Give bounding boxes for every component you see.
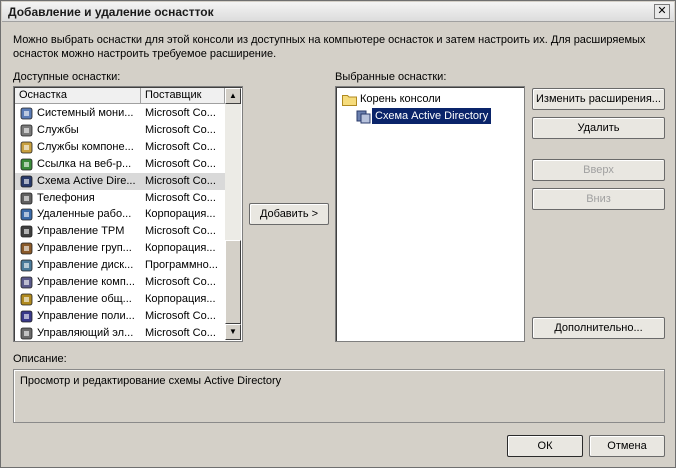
snapin-row[interactable]: Службы Microsoft Co...	[15, 122, 237, 139]
snapin-name: Удаленные рабо...	[37, 208, 132, 221]
tpm-icon	[20, 225, 33, 238]
available-snapins-list[interactable]: Оснастка Поставщик Системный мони... Micr…	[13, 86, 243, 342]
snapin-row[interactable]: Ссылка на веб-р... Microsoft Co...	[15, 156, 237, 173]
snapin-name: Системный мони...	[37, 107, 134, 119]
snapin-name: Телефония	[37, 191, 95, 204]
monitor-gauge-icon	[20, 107, 33, 120]
snapin-name: Управление комп...	[37, 276, 135, 288]
selected-snapins-label: Выбранные оснастки:	[335, 71, 447, 83]
title-bar[interactable]: Добавление и удаление оснастток ✕	[2, 2, 674, 22]
snapin-vendor: Microsoft Co...	[145, 225, 216, 238]
description-box: Просмотр и редактирование схемы Active D…	[13, 369, 665, 423]
intro-text: Можно выбрать оснастки для этой консоли …	[13, 34, 646, 60]
snapin-row[interactable]: Управление поли... Microsoft Co...	[15, 308, 237, 325]
snapin-row[interactable]: Управление комп... Microsoft Co...	[15, 274, 237, 291]
tree-item-label: Корень консоли	[360, 93, 441, 105]
window-title: Добавление и удаление оснастток	[8, 5, 214, 19]
snapin-name: Управление общ...	[37, 292, 132, 305]
cancel-button[interactable]: Отмена	[589, 435, 665, 457]
snapin-row[interactable]: Телефония Microsoft Co...	[15, 190, 237, 207]
snapin-vendor: Microsoft Co...	[145, 309, 216, 322]
edit-extensions-button[interactable]: Изменить расширения...	[532, 88, 665, 110]
snapin-name: Службы компоне...	[37, 140, 134, 153]
close-button[interactable]: ✕	[654, 4, 670, 19]
snapin-vendor: Microsoft Co...	[145, 276, 216, 288]
snapin-row[interactable]: Управление TPM Microsoft Co...	[15, 223, 237, 240]
column-header-snapin[interactable]: Оснастка	[15, 88, 141, 104]
snapin-row[interactable]: Службы компоне... Microsoft Co...	[15, 139, 237, 156]
computer-management-icon	[20, 276, 33, 289]
folder-icon	[342, 95, 357, 106]
advanced-button[interactable]: Дополнительно...	[532, 317, 665, 339]
policy-management-icon	[20, 310, 33, 323]
tree-item-label: Схема Active Directory	[372, 108, 492, 124]
vertical-scrollbar[interactable]: ▲ ▼	[225, 88, 241, 340]
description-text: Просмотр и редактирование схемы Active D…	[20, 375, 282, 387]
arrow-down-icon: ▼	[229, 327, 237, 336]
remote-desktops-icon	[20, 208, 33, 221]
arrow-up-icon: ▲	[229, 91, 237, 100]
remove-button[interactable]: Удалить	[532, 117, 665, 139]
component-services-icon	[20, 141, 33, 154]
snapin-vendor: Microsoft Co...	[145, 107, 216, 119]
selected-snapins-tree[interactable]: Корень консоли Схема Active Directory	[335, 86, 525, 342]
description-label: Описание:	[13, 353, 67, 365]
telephony-icon	[20, 192, 33, 204]
scroll-thumb[interactable]	[225, 240, 241, 324]
snapin-name: Схема Active Dire...	[37, 174, 136, 187]
add-remove-snapins-dialog: Добавление и удаление оснастток ✕ Можно …	[0, 0, 676, 468]
snapin-vendor: Корпорация...	[145, 208, 216, 221]
ok-button[interactable]: ОК	[507, 435, 583, 457]
snapin-name: Управление диск...	[37, 259, 134, 272]
snapin-vendor: Корпорация...	[145, 292, 216, 305]
gears-icon	[20, 124, 33, 137]
control-element-icon	[20, 327, 33, 340]
snapin-name: Управление TPM	[37, 225, 125, 238]
snapin-vendor: Microsoft Co...	[145, 123, 216, 136]
snapin-vendor: Microsoft Co...	[145, 157, 216, 170]
snapin-row[interactable]: Управляющий эл... Microsoft Co...	[15, 325, 237, 342]
snapin-row[interactable]: Схема Active Dire... Microsoft Co...	[15, 172, 237, 190]
move-up-button[interactable]: Вверх	[532, 159, 665, 181]
snapin-vendor: Microsoft Co...	[145, 174, 216, 187]
snapin-vendor: Программно...	[145, 259, 218, 272]
column-header-vendor[interactable]: Поставщик	[141, 88, 225, 104]
snapin-name: Управление поли...	[37, 309, 135, 322]
snapin-name: Ссылка на веб-р...	[37, 157, 132, 170]
disk-management-icon	[20, 259, 33, 272]
shared-folders-icon	[20, 293, 33, 306]
snapin-name: Управляющий эл...	[37, 326, 134, 339]
snapin-row[interactable]: Удаленные рабо... Корпорация...	[15, 206, 237, 223]
move-down-button[interactable]: Вниз	[532, 188, 665, 210]
snapin-vendor: Microsoft Co...	[145, 140, 216, 153]
scroll-down-button[interactable]: ▼	[225, 324, 241, 340]
available-snapins-label: Доступные оснастки:	[13, 71, 121, 83]
snapin-name: Службы	[37, 123, 79, 136]
snapin-vendor: Microsoft Co...	[145, 326, 216, 339]
snapin-row[interactable]: Системный мони... Microsoft Co...	[15, 105, 237, 122]
snapin-vendor: Microsoft Co...	[145, 191, 216, 204]
ad-schema-icon	[356, 110, 371, 124]
snapin-row[interactable]: Управление общ... Корпорация...	[15, 291, 237, 308]
web-link-icon	[20, 158, 33, 171]
scroll-up-button[interactable]: ▲	[225, 88, 241, 104]
group-policy-icon	[20, 242, 33, 255]
add-button[interactable]: Добавить >	[249, 203, 329, 225]
snapin-name: Управление груп...	[37, 242, 132, 255]
snapin-vendor: Корпорация...	[145, 242, 216, 255]
list-header: Оснастка Поставщик	[15, 88, 237, 104]
close-icon: ✕	[657, 5, 667, 17]
ad-schema-icon	[20, 175, 33, 187]
snapin-row[interactable]: Управление диск... Программно...	[15, 257, 237, 274]
snapin-row[interactable]: Управление груп... Корпорация...	[15, 240, 237, 257]
